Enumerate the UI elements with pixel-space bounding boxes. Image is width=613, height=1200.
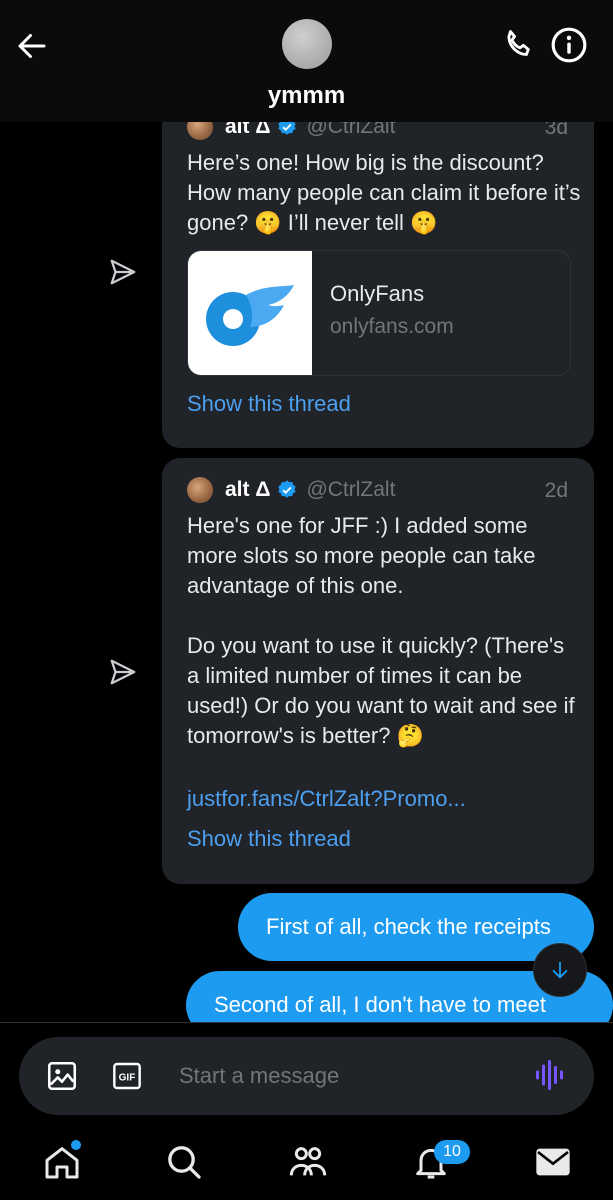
link-preview-card[interactable]: OnlyFans onlyfans.com <box>187 250 571 376</box>
tweet-text: Here’s one! How big is the discount? How… <box>187 150 587 235</box>
message-text: Second of all, I don't have to meet <box>214 992 546 1017</box>
message-composer[interactable]: GIF Start a message <box>19 1037 594 1115</box>
communities-icon[interactable] <box>288 1142 328 1182</box>
share-icon[interactable] <box>108 657 138 687</box>
search-icon[interactable] <box>164 1142 204 1182</box>
conversation-header: ymmm <box>0 0 613 122</box>
tweet-link[interactable]: justfor.fans/CtrlZalt?Promo... <box>187 786 466 812</box>
scroll-to-bottom-button[interactable] <box>533 943 587 997</box>
tweet-text: Here's one for JFF :) I added some more … <box>187 513 575 748</box>
gif-icon[interactable]: GIF <box>111 1060 143 1092</box>
info-icon[interactable] <box>550 26 588 64</box>
notifications-count-badge: 10 <box>434 1140 470 1164</box>
show-thread-link[interactable]: Show this thread <box>187 826 351 852</box>
phone-icon[interactable] <box>500 26 538 64</box>
avatar[interactable] <box>282 19 332 69</box>
link-preview-image <box>188 251 312 375</box>
author-avatar <box>187 477 213 503</box>
tweet-author: alt Δ @CtrlZalt <box>187 475 395 505</box>
home-unread-dot <box>71 1140 81 1150</box>
svg-text:GIF: GIF <box>119 1073 136 1084</box>
image-icon[interactable] <box>45 1059 79 1093</box>
message-input[interactable]: Start a message <box>179 1063 339 1089</box>
onlyfans-logo-icon <box>206 285 294 346</box>
shared-tweet-card[interactable]: alt Δ @CtrlZalt 3d Here’s one! How big i… <box>162 100 594 448</box>
composer-area: GIF Start a message <box>0 1022 613 1131</box>
show-thread-link[interactable]: Show this thread <box>187 391 351 417</box>
bottom-navigation <box>0 1130 613 1200</box>
tweet-time: 2d <box>544 479 568 502</box>
author-name: alt Δ <box>225 478 271 501</box>
back-arrow-icon[interactable] <box>14 28 50 64</box>
arrow-down-icon <box>552 961 568 979</box>
shared-tweet-card[interactable]: alt Δ @CtrlZalt 2d Here's one for JFF :)… <box>162 458 594 884</box>
author-handle: @CtrlZalt <box>306 478 396 501</box>
verified-badge-icon <box>278 480 297 498</box>
messages-envelope-icon[interactable] <box>533 1142 573 1182</box>
conversation-title[interactable]: ymmm <box>0 82 613 110</box>
message-text: First of all, check the receipts <box>266 914 551 939</box>
link-preview-domain: onlyfans.com <box>330 315 454 338</box>
voice-message-icon[interactable] <box>533 1057 569 1093</box>
share-icon[interactable] <box>108 257 138 287</box>
link-preview-title: OnlyFans <box>330 281 425 306</box>
